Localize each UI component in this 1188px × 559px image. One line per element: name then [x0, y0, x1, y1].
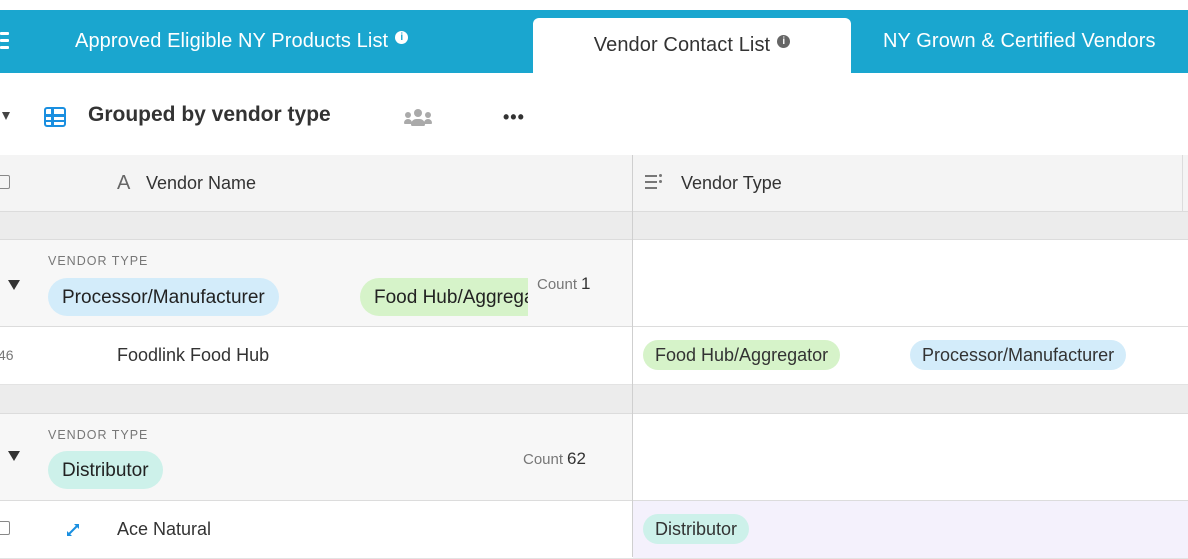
group-field-label: VENDOR TYPE — [48, 428, 149, 442]
group-spacer — [0, 385, 1188, 414]
view-toolbar: Grouped by vendor type ••• — [0, 73, 1188, 155]
menu-icon[interactable] — [0, 29, 14, 53]
table-row[interactable]: 46 Foodlink Food Hub Food Hub/Aggregator… — [0, 327, 1188, 385]
vendor-type-chip: Processor/Manufacturer — [910, 340, 1127, 370]
row-number: 46 — [0, 347, 14, 363]
group-chip-clip: Food Hub/Aggregator — [360, 278, 528, 318]
column-header-row: A Vendor Name Vendor Type — [0, 155, 1188, 212]
group-count-label: Count — [537, 276, 578, 293]
info-icon[interactable]: i — [777, 35, 791, 48]
more-options-button[interactable]: ••• — [503, 107, 525, 128]
vendor-name-cell[interactable]: Foodlink Food Hub — [117, 345, 269, 366]
multi-select-field-icon — [645, 173, 663, 191]
table-row[interactable]: Ace Natural Distributor — [0, 501, 1188, 559]
tab-label: NY Grown & Certified Vendors — [883, 30, 1156, 52]
tab-label: Approved Eligible NY Products List — [75, 30, 389, 52]
group-count: Count 1 — [537, 274, 591, 294]
group-count-value: 1 — [581, 274, 591, 293]
expand-record-icon[interactable] — [65, 522, 81, 538]
grid-view-icon — [44, 107, 66, 127]
group-count-label: Count — [523, 451, 564, 468]
caret-down-icon[interactable] — [8, 280, 20, 290]
view-name[interactable]: Grouped by vendor type — [88, 103, 331, 127]
group-chip: Processor/Manufacturer — [48, 278, 279, 316]
group-field-label: VENDOR TYPE — [48, 254, 149, 268]
group-chip: Distributor — [48, 451, 163, 489]
caret-down-icon[interactable] — [2, 112, 10, 120]
column-edge — [1182, 155, 1183, 211]
group-header[interactable]: VENDOR TYPE Processor/Manufacturer Food … — [0, 240, 1188, 327]
group-chip: Food Hub/Aggregator — [360, 278, 528, 316]
people-icon[interactable] — [404, 109, 433, 127]
group-header-summary-cell — [633, 240, 1188, 326]
group-header-summary-cell — [633, 414, 1188, 500]
group-header[interactable]: VENDOR TYPE Distributor Count 62 — [0, 414, 1188, 501]
vendor-type-chip: Food Hub/Aggregator — [643, 340, 841, 370]
tab-ny-grown-certified[interactable]: NY Grown & Certified Vendors — [883, 10, 1156, 73]
tab-bar: Approved Eligible NY Products List i Ven… — [0, 10, 1188, 73]
group-count: Count 62 — [523, 449, 586, 469]
column-header-vendor-type[interactable]: Vendor Type — [681, 173, 782, 194]
column-divider[interactable] — [632, 155, 633, 557]
tab-approved-products[interactable]: Approved Eligible NY Products List i — [75, 10, 409, 73]
group-spacer — [0, 212, 1188, 240]
info-icon[interactable]: i — [395, 31, 409, 44]
vendor-type-chip: Distributor — [643, 514, 750, 544]
tab-vendor-contact-list[interactable]: Vendor Contact List i — [533, 18, 851, 73]
vendor-name-cell[interactable]: Ace Natural — [117, 519, 211, 540]
row-checkbox[interactable] — [0, 521, 10, 535]
select-all-checkbox[interactable] — [0, 175, 10, 189]
column-header-vendor-name[interactable]: Vendor Name — [146, 173, 256, 194]
text-field-icon: A — [117, 172, 131, 194]
caret-down-icon[interactable] — [8, 451, 20, 461]
data-grid: A Vendor Name Vendor Type VENDOR TYPE Pr… — [0, 155, 1188, 559]
group-count-value: 62 — [567, 449, 586, 468]
tab-label: Vendor Contact List — [593, 34, 771, 56]
